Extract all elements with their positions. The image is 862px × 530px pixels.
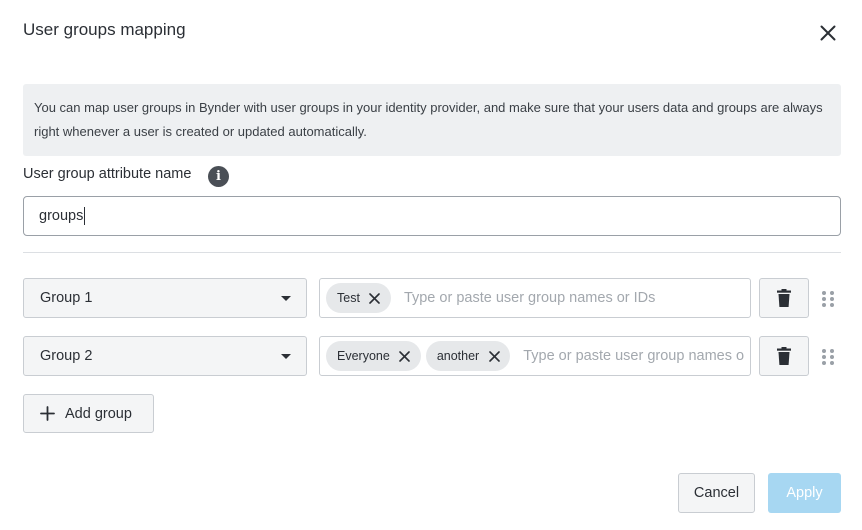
tag-chip: another [425, 341, 511, 371]
dialog-title: User groups mapping [23, 20, 186, 39]
close-icon [820, 25, 836, 41]
tag-label: Test [337, 291, 360, 305]
delete-mapping-button[interactable] [759, 336, 809, 376]
trash-icon [777, 347, 791, 365]
divider [23, 252, 841, 253]
close-icon [369, 292, 381, 304]
group-select-value: Group 1 [40, 290, 93, 306]
tag-chip: Everyone [326, 341, 421, 371]
user-groups-field[interactable]: Test [319, 278, 751, 318]
tag-label: Everyone [337, 349, 390, 363]
user-groups-input[interactable] [395, 290, 744, 306]
drag-handle-icon[interactable] [821, 290, 835, 308]
remove-tag-button[interactable] [366, 289, 384, 307]
tag-label: another [436, 349, 480, 363]
group-select-value: Group 2 [40, 348, 93, 364]
chevron-down-icon [281, 296, 291, 301]
attribute-name-value: groups [39, 208, 84, 224]
user-groups-mapping-dialog: User groups mapping You can map user gro… [0, 0, 862, 530]
mapping-row: Group 2 Everyone another [23, 336, 841, 376]
remove-tag-button[interactable] [485, 347, 503, 365]
attribute-name-input[interactable]: groups [23, 196, 841, 236]
plus-icon [40, 406, 55, 421]
info-message: You can map user groups in Bynder with u… [23, 84, 841, 156]
attribute-name-label: User group attribute name [23, 166, 192, 182]
group-select[interactable]: Group 2 [23, 336, 307, 376]
close-icon [399, 350, 411, 362]
user-groups-field[interactable]: Everyone another [319, 336, 751, 376]
apply-button[interactable]: Apply [768, 473, 841, 513]
chevron-down-icon [281, 354, 291, 359]
trash-icon [777, 289, 791, 307]
drag-handle-icon[interactable] [821, 348, 835, 366]
add-group-button[interactable]: Add group [23, 394, 154, 433]
user-groups-input[interactable] [515, 348, 744, 364]
info-icon[interactable]: i [208, 166, 229, 187]
close-icon [488, 350, 500, 362]
add-group-label: Add group [65, 405, 132, 422]
tag-chip: Test [326, 283, 391, 313]
close-button[interactable] [815, 20, 841, 46]
cancel-button[interactable]: Cancel [678, 473, 755, 513]
group-select[interactable]: Group 1 [23, 278, 307, 318]
remove-tag-button[interactable] [396, 347, 414, 365]
text-cursor [84, 207, 86, 225]
delete-mapping-button[interactable] [759, 278, 809, 318]
mapping-row: Group 1 Test [23, 278, 841, 318]
